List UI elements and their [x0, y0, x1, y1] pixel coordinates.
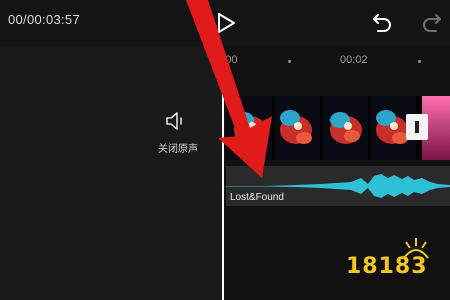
clip-trim-handle[interactable]: [406, 114, 428, 140]
tick-label-next: 00:02: [340, 54, 368, 66]
video-thumbnail: [322, 96, 368, 160]
play-icon: [218, 13, 235, 33]
tick-label-start: 00:00: [210, 54, 238, 66]
time-ruler: 00:00 00:02: [210, 50, 450, 70]
redo-button[interactable]: [420, 10, 444, 34]
redo-icon: [423, 14, 441, 32]
video-thumbnail: [226, 96, 272, 160]
watermark-text: 18183: [346, 254, 428, 279]
playhead[interactable]: [222, 74, 224, 300]
watermark-logo: 18183: [340, 238, 440, 290]
timecode: 00/00:03:57: [8, 12, 80, 27]
audio-track-name: Lost&Found: [230, 192, 284, 203]
mute-original-audio-button[interactable]: 关闭原声: [150, 106, 210, 156]
play-button[interactable]: [212, 10, 238, 36]
tick-dot: [288, 60, 291, 63]
undo-button[interactable]: [370, 10, 394, 34]
left-panel: 关闭原声: [0, 46, 222, 300]
mute-label: 关闭原声: [158, 144, 198, 155]
video-thumbnail: [274, 96, 320, 160]
speaker-icon: [166, 112, 182, 130]
tick-dot: [418, 60, 421, 63]
audio-track[interactable]: Lost&Found: [226, 166, 450, 206]
undo-icon: [373, 14, 391, 32]
top-toolbar: 00/00:03:57: [0, 0, 450, 46]
